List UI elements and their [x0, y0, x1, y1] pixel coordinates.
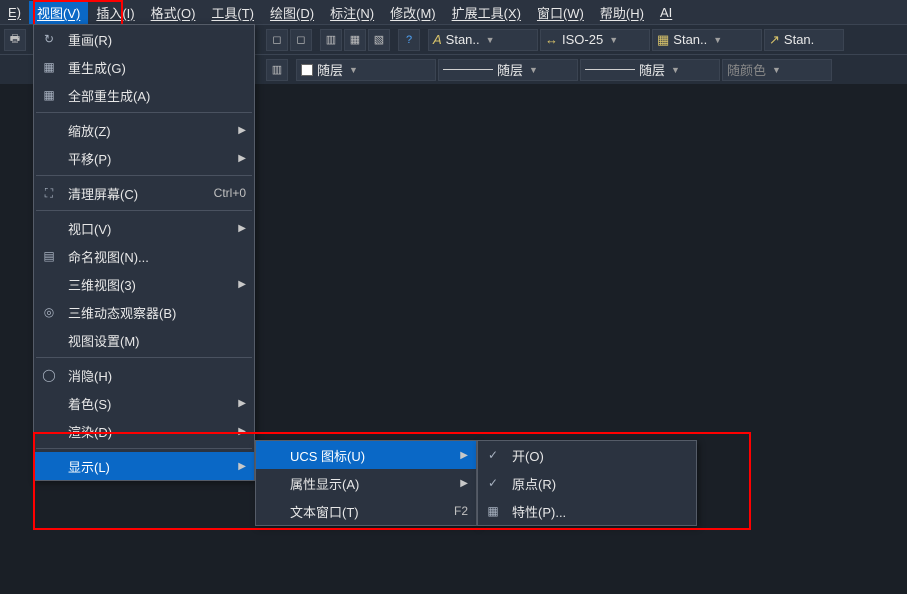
menu-insert[interactable]: 插入(I)	[88, 1, 142, 24]
textstyle-combo[interactable]: A Stan..▼	[428, 29, 538, 51]
menu-pan[interactable]: 平移(P)▶	[34, 144, 254, 172]
menu-separator	[36, 448, 252, 449]
display-submenu: UCS 图标(U)▶ 属性显示(A)▶ 文本窗口(T)F2	[255, 440, 477, 526]
mleaderstyle-combo[interactable]: ↗ Stan.	[764, 29, 844, 51]
table-style-icon: ▦	[657, 32, 669, 48]
dim-style-icon: ↔	[545, 32, 558, 47]
check-icon: ✓	[482, 444, 504, 466]
color-combo[interactable]: 随颜色▼	[722, 59, 832, 81]
menu-zoom[interactable]: 缩放(Z)▶	[34, 116, 254, 144]
tablestyle-combo[interactable]: ▦ Stan..▼	[652, 29, 762, 51]
view-dropdown: ↻重画(R) ▦重生成(G) ▦全部重生成(A) 缩放(Z)▶ 平移(P)▶ ⛶…	[33, 24, 255, 481]
menu-window[interactable]: 窗口(W)	[529, 1, 592, 24]
ucs-submenu: ✓开(O) ✓原点(R) ▦特性(P)...	[477, 440, 697, 526]
regen-icon: ▦	[38, 56, 60, 78]
orbit-icon: ◎	[38, 301, 60, 323]
line-sample-icon	[585, 69, 635, 70]
menu-shade[interactable]: 着色(S)▶	[34, 389, 254, 417]
line-sample-icon	[443, 69, 493, 70]
tool-icon-e[interactable]: ▧	[368, 29, 390, 51]
menu-regen[interactable]: ▦重生成(G)	[34, 53, 254, 81]
menu-view-settings[interactable]: 视图设置(M)	[34, 326, 254, 354]
menu-help[interactable]: 帮助(H)	[592, 1, 652, 24]
menu-render[interactable]: 渲染(D)▶	[34, 417, 254, 445]
regen-all-icon: ▦	[38, 84, 60, 106]
menu-named-view[interactable]: ▤命名视图(N)...	[34, 242, 254, 270]
menu-ucs-icon[interactable]: UCS 图标(U)▶	[256, 441, 476, 469]
menu-hide[interactable]: ◯消隐(H)	[34, 361, 254, 389]
menu-regen-all[interactable]: ▦全部重生成(A)	[34, 81, 254, 109]
redraw-icon: ↻	[38, 28, 60, 50]
chevron-right-icon: ▶	[238, 426, 246, 437]
print-icon[interactable]: 🖶	[4, 29, 26, 51]
menu-display[interactable]: 显示(L)▶	[34, 452, 254, 480]
chevron-right-icon: ▶	[460, 450, 468, 461]
menu-modify[interactable]: 修改(M)	[382, 1, 444, 24]
check-icon: ✓	[482, 472, 504, 494]
menu-attr-display[interactable]: 属性显示(A)▶	[256, 469, 476, 497]
menu-redraw[interactable]: ↻重画(R)	[34, 25, 254, 53]
lineweight-combo[interactable]: 随层▼	[580, 59, 720, 81]
linetype-combo[interactable]: 随层▼	[438, 59, 578, 81]
menu-separator	[36, 175, 252, 176]
menu-view[interactable]: 视图(V)	[29, 1, 88, 24]
chevron-right-icon: ▶	[238, 279, 246, 290]
chevron-right-icon: ▶	[238, 223, 246, 234]
hide-icon: ◯	[38, 364, 60, 386]
menu-draw[interactable]: 绘图(D)	[262, 1, 322, 24]
menu-separator	[36, 112, 252, 113]
menubar: E) 视图(V) 插入(I) 格式(O) 工具(T) 绘图(D) 标注(N) 修…	[0, 0, 907, 24]
layer-combo[interactable]: 随层▼	[296, 59, 436, 81]
menu-text-window[interactable]: 文本窗口(T)F2	[256, 497, 476, 525]
chevron-right-icon: ▶	[238, 461, 246, 472]
menu-separator	[36, 357, 252, 358]
menu-viewport[interactable]: 视口(V)▶	[34, 214, 254, 242]
menu-ai[interactable]: AI	[652, 3, 680, 22]
menu-annotate[interactable]: 标注(N)	[322, 1, 382, 24]
properties-icon: ▦	[482, 500, 504, 522]
tool-icon-d[interactable]: ▦	[344, 29, 366, 51]
text-style-icon: A	[433, 32, 442, 47]
dimstyle-combo[interactable]: ↔ ISO-25▼	[540, 29, 650, 51]
cleanscreen-icon: ⛶	[38, 182, 60, 204]
layer-swatch-icon	[301, 64, 313, 76]
menu-ucs-properties[interactable]: ▦特性(P)...	[478, 497, 696, 525]
menu-extra-tools[interactable]: 扩展工具(X)	[444, 1, 529, 24]
tool-icon-c[interactable]: ▥	[320, 29, 342, 51]
named-view-icon: ▤	[38, 245, 60, 267]
chevron-right-icon: ▶	[460, 478, 468, 489]
menu-ucs-on[interactable]: ✓开(O)	[478, 441, 696, 469]
tool-icon-f[interactable]: ▥	[266, 59, 288, 81]
chevron-right-icon: ▶	[238, 398, 246, 409]
menu-3dview[interactable]: 三维视图(3)▶	[34, 270, 254, 298]
menu-separator	[36, 210, 252, 211]
menu-cleanscreen[interactable]: ⛶清理屏幕(C)Ctrl+0	[34, 179, 254, 207]
chevron-right-icon: ▶	[238, 153, 246, 164]
menu-edit-tail[interactable]: E)	[0, 3, 29, 22]
tool-icon-a[interactable]: ◻	[266, 29, 288, 51]
chevron-right-icon: ▶	[238, 125, 246, 136]
menu-ucs-origin[interactable]: ✓原点(R)	[478, 469, 696, 497]
tool-icon-b[interactable]: ◻	[290, 29, 312, 51]
menu-tools[interactable]: 工具(T)	[203, 1, 262, 24]
mleader-style-icon: ↗	[769, 32, 780, 48]
menu-3dorbit[interactable]: ◎三维动态观察器(B)	[34, 298, 254, 326]
help-icon[interactable]: ?	[398, 29, 420, 51]
menu-format[interactable]: 格式(O)	[143, 1, 204, 24]
